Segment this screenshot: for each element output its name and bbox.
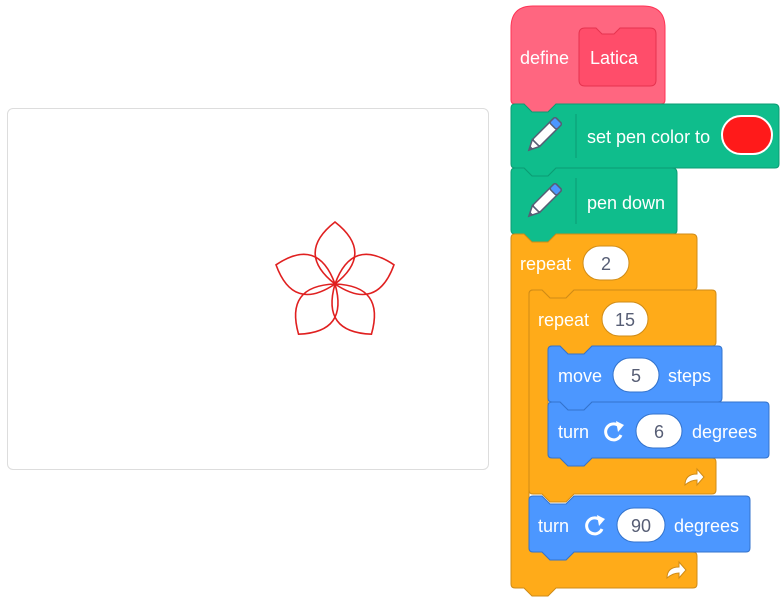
- pen-down-label: pen down: [587, 193, 665, 213]
- move-steps: 5: [631, 366, 641, 386]
- move-block[interactable]: move 5 steps: [547, 345, 723, 411]
- turn-inner-suffix: degrees: [692, 422, 757, 442]
- turn-outer-label: turn: [538, 516, 569, 536]
- move-label: move: [558, 366, 602, 386]
- move-suffix: steps: [668, 366, 711, 386]
- turn-inner-block[interactable]: turn 6 degrees: [547, 401, 770, 467]
- script-area[interactable]: define Latica set pen color to pen down …: [0, 0, 784, 605]
- outer-repeat-label: repeat: [520, 254, 571, 274]
- inner-repeat-label: repeat: [538, 310, 589, 330]
- set-pen-color-label: set pen color to: [587, 127, 710, 147]
- turn-outer-suffix: degrees: [674, 516, 739, 536]
- procedure-name: Latica: [590, 48, 639, 68]
- inner-repeat-count: 15: [615, 310, 635, 330]
- turn-outer-degrees: 90: [631, 516, 651, 536]
- set-pen-color-block[interactable]: set pen color to: [510, 103, 780, 177]
- turn-inner-degrees: 6: [654, 422, 664, 442]
- define-block[interactable]: define Latica: [510, 5, 666, 113]
- turn-inner-label: turn: [558, 422, 589, 442]
- turn-outer-block[interactable]: turn 90 degrees: [528, 495, 751, 561]
- pen-down-block[interactable]: pen down: [510, 167, 678, 243]
- outer-repeat-count: 2: [601, 254, 611, 274]
- define-label: define: [520, 48, 569, 68]
- pen-color-swatch[interactable]: [721, 115, 773, 155]
